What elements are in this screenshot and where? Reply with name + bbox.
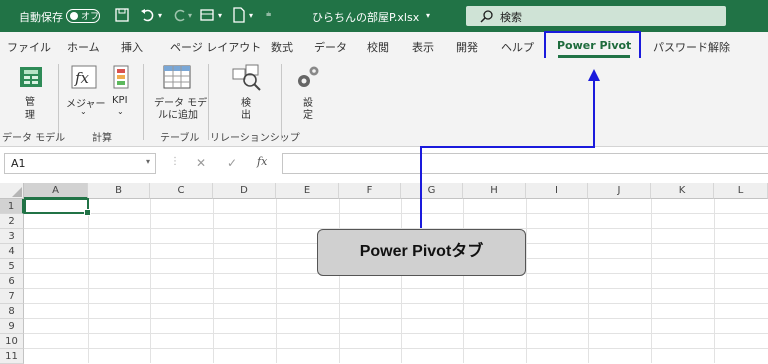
connector-arrow [420, 69, 600, 228]
power-pivot-tab-callout: Power Pivotタブ [317, 229, 526, 276]
